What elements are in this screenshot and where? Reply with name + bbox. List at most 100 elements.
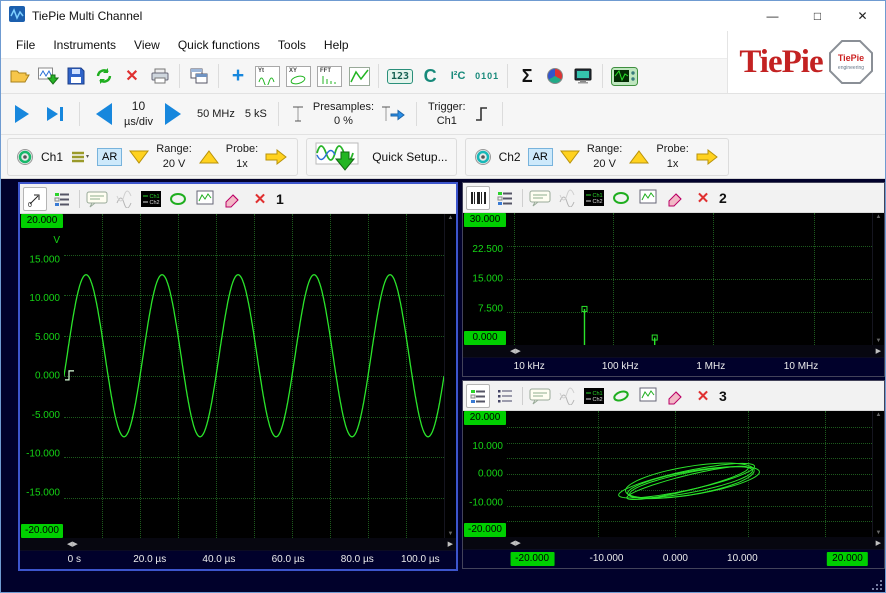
channel1-autorange-button[interactable]: AR xyxy=(97,148,122,166)
maximize-button[interactable]: □ xyxy=(795,1,840,31)
ellipse-button[interactable] xyxy=(609,186,633,210)
channel2-probe-display[interactable]: Probe: 1x xyxy=(656,142,688,171)
channel-legend-button[interactable]: Ch1Ch2 xyxy=(582,186,606,210)
y-axis-range-box[interactable]: 20.000 xyxy=(464,411,506,425)
sources-button[interactable] xyxy=(493,186,517,210)
mini-graph-button[interactable] xyxy=(636,384,660,408)
add-yt-graph-button[interactable]: Yt xyxy=(253,62,282,90)
add-i2c-button[interactable]: I²C xyxy=(445,62,471,90)
channel1-probe-display[interactable]: Probe: 1x xyxy=(226,142,258,171)
remove-button[interactable]: ✕ xyxy=(119,62,145,90)
zoom-reset-button[interactable]: 0 xyxy=(23,187,47,211)
timebase-decrease-button[interactable] xyxy=(91,100,117,128)
channel2-range-up-button[interactable] xyxy=(629,150,649,164)
load-data-button[interactable] xyxy=(35,62,61,90)
graph1-plot[interactable] xyxy=(64,214,444,538)
minimize-button[interactable]: — xyxy=(750,1,795,31)
menu-file[interactable]: File xyxy=(7,33,44,57)
scroll-up-icon[interactable]: ▲ xyxy=(873,214,884,220)
comment-button[interactable] xyxy=(528,384,552,408)
scroll-down-icon[interactable]: ▼ xyxy=(873,338,884,344)
comment-button[interactable] xyxy=(528,186,552,210)
trigger-display[interactable]: Trigger: Ch1 xyxy=(428,100,466,129)
ellipse-button[interactable] xyxy=(166,187,190,211)
pan-arrows-icon[interactable]: ◀▶ xyxy=(67,540,78,548)
print-button[interactable] xyxy=(147,62,173,90)
close-graph2-button[interactable]: ✕ xyxy=(691,186,715,210)
graph1-hscrollbar[interactable]: ◀▶ ▶ xyxy=(20,538,456,550)
channel1-range-display[interactable]: Range: 20 V xyxy=(156,142,191,171)
channel-legend-button[interactable]: Ch1Ch2 xyxy=(582,384,606,408)
channel2-led-icon[interactable] xyxy=(474,148,492,166)
menu-instruments[interactable]: Instruments xyxy=(44,33,125,57)
channel2-range-display[interactable]: Range: 20 V xyxy=(587,142,622,171)
add-generator-button[interactable] xyxy=(570,62,596,90)
add-xy-graph-button[interactable]: XY xyxy=(284,62,313,90)
add-composite-button[interactable] xyxy=(542,62,568,90)
channel1-probe-button[interactable] xyxy=(265,149,289,165)
mini-graph-button[interactable] xyxy=(636,186,660,210)
add-sum-button[interactable]: Σ xyxy=(514,62,540,90)
trigger-edge-button[interactable] xyxy=(473,103,491,125)
channel2-range-down-button[interactable] xyxy=(560,150,580,164)
add-fft-graph-button[interactable]: FFT xyxy=(315,62,344,90)
oneshot-button[interactable] xyxy=(42,100,68,128)
mini-graph-button[interactable] xyxy=(193,187,217,211)
graph3-hscrollbar[interactable]: ◀▶▶ xyxy=(463,537,884,549)
eraser-button[interactable] xyxy=(663,186,687,210)
menu-view[interactable]: View xyxy=(125,33,169,57)
menu-tools[interactable]: Tools xyxy=(269,33,315,57)
window-layout-button[interactable] xyxy=(186,62,212,90)
presamples-display[interactable]: Presamples: 0 % xyxy=(313,100,374,129)
pan-arrows-icon[interactable]: ◀▶ xyxy=(510,539,521,547)
resize-grip[interactable] xyxy=(870,578,883,591)
scroll-right-icon[interactable]: ▶ xyxy=(876,347,881,355)
menu-quick-functions[interactable]: Quick functions xyxy=(169,33,269,57)
graph3-vscrollbar[interactable]: ▲▼ xyxy=(872,411,884,537)
scroll-up-icon[interactable]: ▲ xyxy=(445,215,456,221)
channel1-led-icon[interactable] xyxy=(16,148,34,166)
add-meter-button[interactable]: 123 xyxy=(385,62,415,90)
scroll-up-icon[interactable]: ▲ xyxy=(873,412,884,418)
xy-disabled-button[interactable] xyxy=(555,384,579,408)
add-instrument-button[interactable]: + xyxy=(225,62,251,90)
scroll-down-icon[interactable]: ▼ xyxy=(873,530,884,536)
graph3-plot[interactable] xyxy=(507,411,872,537)
scroll-down-icon[interactable]: ▼ xyxy=(445,531,456,537)
y-axis-range-box[interactable]: -20.000 xyxy=(21,524,63,538)
presamples-adjust-button[interactable] xyxy=(381,104,405,124)
timebase-display[interactable]: 10 µs/div xyxy=(124,99,153,129)
y-axis-range-box[interactable]: -20.000 xyxy=(464,523,506,537)
x-axis-range-box[interactable]: -20.000 xyxy=(510,552,554,566)
y-axis-range-box[interactable]: 30.000 xyxy=(464,213,506,227)
quick-setup-button[interactable]: Quick Setup... xyxy=(372,150,447,164)
add-binary-button[interactable]: 0101 xyxy=(473,62,501,90)
loop-button[interactable] xyxy=(609,384,633,408)
open-button[interactable] xyxy=(7,62,33,90)
channel1-menu-button[interactable] xyxy=(70,149,90,165)
channel-legend-button[interactable]: Ch1Ch2 xyxy=(139,187,163,211)
start-button[interactable] xyxy=(9,100,35,128)
channel2-autorange-button[interactable]: AR xyxy=(528,148,553,166)
channel1-range-down-button[interactable] xyxy=(129,150,149,164)
graph2-hscrollbar[interactable]: ◀▶ ▶ xyxy=(463,345,884,357)
add-graph-button[interactable] xyxy=(346,62,372,90)
graph2-plot[interactable] xyxy=(507,213,872,345)
close-graph3-button[interactable]: ✕ xyxy=(691,384,715,408)
close-graph1-button[interactable]: ✕ xyxy=(248,187,272,211)
channel1-range-up-button[interactable] xyxy=(199,150,219,164)
barcode-button[interactable] xyxy=(466,186,490,210)
instrument-button[interactable] xyxy=(609,62,640,90)
comment-button[interactable] xyxy=(85,187,109,211)
menu-help[interactable]: Help xyxy=(315,33,358,57)
y-axis-range-box[interactable]: 0.000 xyxy=(464,331,506,345)
timebase-increase-button[interactable] xyxy=(160,100,186,128)
sources-button[interactable] xyxy=(50,187,74,211)
scroll-right-icon[interactable]: ▶ xyxy=(448,540,453,548)
xy-disabled-button[interactable] xyxy=(112,187,136,211)
pan-arrows-icon[interactable]: ◀▶ xyxy=(510,347,521,355)
list-button[interactable] xyxy=(493,384,517,408)
add-clamp-button[interactable]: C xyxy=(417,62,443,90)
save-button[interactable] xyxy=(63,62,89,90)
eraser-button[interactable] xyxy=(663,384,687,408)
